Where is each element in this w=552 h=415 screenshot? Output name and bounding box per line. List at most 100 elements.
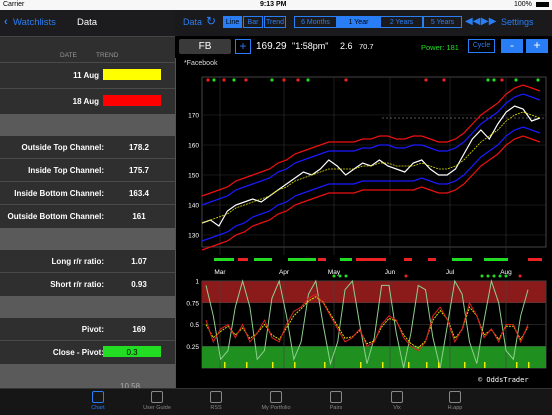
zoom-in-button[interactable]: + [526,39,548,53]
signal-bar [318,258,326,261]
portfolio-icon [270,391,282,403]
volume-tick [516,362,518,368]
ratio-label: Long r/r ratio: [51,257,104,266]
zoom-out-button[interactable]: - [501,39,523,53]
battery-icon [536,2,549,7]
signal-marker [500,78,504,82]
tab-label: H.app [447,405,463,411]
range-5-years[interactable]: 5 Years [423,16,462,28]
chart-type-bar[interactable]: Bar [243,16,263,28]
signal-bar [214,258,234,261]
rewind-icon[interactable]: ◀◀ [465,16,480,27]
volume-tick [382,362,384,368]
y-tick-label: 0.75 [186,300,199,307]
back-to-watchlists-button[interactable]: Watchlists [13,17,56,28]
y-tick-label: 0.5 [190,322,199,329]
volume-tick [272,362,274,368]
range-1-year[interactable]: 1 Year [337,16,380,28]
signal-marker [480,274,484,278]
price-panel [201,76,547,248]
volume-tick [324,362,326,368]
tab-label: Pairs [329,405,343,411]
pairs-icon [330,391,342,403]
volume-tick [408,362,410,368]
tab-my-portfolio[interactable]: My Portfolio [246,391,306,411]
signal-marker [282,78,286,82]
x-tick-label: Jun [385,269,396,276]
signal-bar [452,258,472,261]
rss-icon [210,391,222,403]
y-tick-label: 160 [188,143,199,150]
settings-button[interactable]: Settings [501,17,534,27]
symbol-field[interactable]: FB [179,39,231,54]
signal-marker [244,78,248,82]
chart-type-line[interactable]: Line [223,16,242,28]
volume-tick [438,362,440,368]
stat-label: Outside Bottom Channel: [7,212,104,221]
trend-swatch [103,69,161,80]
happ-icon [449,391,461,403]
tab-vix[interactable]: Vix [367,391,427,411]
cycle-button[interactable]: Cycle [468,39,495,53]
close-pivot-row: Close - Pivot: 0.3 [0,341,175,363]
fast-forward-icon[interactable]: ▶▶ [481,16,496,27]
tab-rss[interactable]: RSS [186,391,246,411]
chart-area[interactable]: 130 140 150 160 170 Mar Apr May Jun Jul Aug 0.25 0.5… [176,69,552,388]
tab-label: RSS [210,405,222,411]
price-chart[interactable]: 130140150160170Mar Apr May Jun Jul Aug0.250.5… [176,69,552,388]
data-panel: ‹ Watchlists Data DATE TREND 11 Aug 18 A… [0,10,175,391]
y-tick-label: 0.25 [186,344,199,351]
x-tick-label: Mar [214,269,226,276]
trend-swatch [103,95,161,106]
stat-value: 161 [132,212,146,221]
signal-marker [270,78,274,82]
signal-marker [498,274,502,278]
tab-label: User Guide [143,405,171,411]
ratio-value: 0.93 [131,280,147,289]
tab-bar: Chart User Guide RSS My Portfolio Pairs Vix H.… [0,388,552,415]
y-tick-label: 140 [188,203,199,210]
signal-bar [356,258,386,261]
power-label: Power: 181 [421,43,459,52]
date-column-header: DATE [60,52,77,59]
signal-marker [212,78,216,82]
oscillator-zone [202,346,546,368]
oscillator-zone [202,281,546,303]
y-tick-label: 1 [195,279,199,286]
volume-tick [528,362,530,368]
trend-date: 18 Aug [72,97,99,106]
chart-type-trend[interactable]: Trend [264,16,286,28]
x-tick-label: Apr [279,269,290,276]
refresh-icon[interactable]: ↻ [206,14,216,28]
battery-label: 100% [514,1,532,8]
add-symbol-button[interactable]: + [235,39,251,54]
guide-icon [151,391,163,403]
signal-marker [344,274,348,278]
tab-label: Chart [91,405,105,411]
volume-tick [224,362,226,368]
stat-value: 178.2 [128,143,150,152]
y-tick-label: 150 [188,173,199,180]
tab-h-app[interactable]: H.app [425,391,485,411]
stat-row: Inside Bottom Channel: 163.4 [0,182,175,204]
tab-pairs[interactable]: Pairs [306,391,366,411]
stat-value: 175.7 [128,166,150,175]
data-toggle-button[interactable]: Data [183,17,202,27]
stat-row: Outside Top Channel: 178.2 [0,136,175,158]
signal-bar [484,258,508,261]
volume-tick [360,362,362,368]
tab-user-guide[interactable]: User Guide [127,391,187,411]
ratio-row: Long r/r ratio: 1.07 [0,250,175,272]
signal-bar [254,258,272,261]
watermark: © OddsTrader [478,376,529,384]
range-6-months[interactable]: 6 Months [294,16,337,28]
vix-icon [391,391,403,403]
range-2-years[interactable]: 2 Years [380,16,423,28]
stat-row: Outside Bottom Channel: 161 [0,205,175,227]
quote-extra: 70.7 [359,42,374,51]
chevron-left-icon[interactable]: ‹ [4,16,8,28]
signal-bar [528,258,542,261]
signal-marker [492,274,496,278]
tab-chart[interactable]: Chart [68,391,128,411]
panel-title: Data [77,17,98,28]
